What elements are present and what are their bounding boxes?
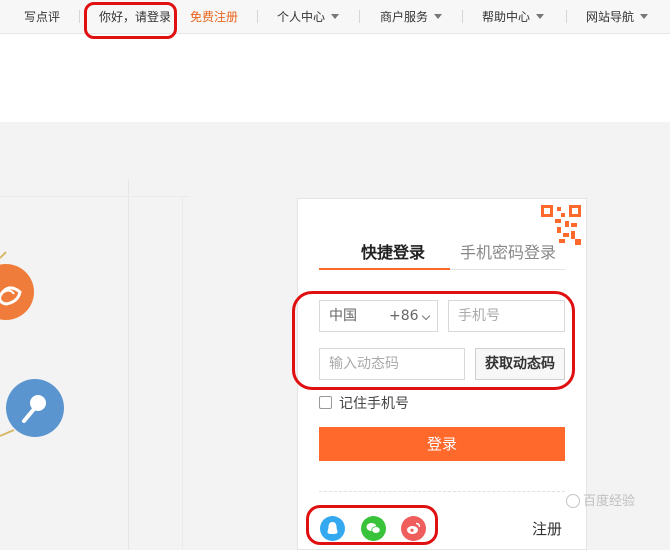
wechat-icon: [366, 523, 381, 534]
decorative-stroke: [0, 251, 7, 259]
nav-divider: [79, 10, 80, 23]
qq-login-button[interactable]: [320, 516, 345, 541]
food-illustration-icon: [0, 264, 34, 320]
chevron-down-icon: [421, 311, 431, 321]
personal-center-menu[interactable]: 个人中心: [277, 9, 340, 25]
qr-code-login-icon[interactable]: [541, 205, 581, 245]
free-register-link[interactable]: 免费注册: [190, 9, 238, 25]
caret-down-icon: [434, 14, 443, 19]
login-button[interactable]: 登录: [319, 427, 565, 461]
country-dial-code: +86: [389, 308, 419, 324]
nav-divider: [359, 10, 360, 23]
remember-phone-checkbox[interactable]: [319, 396, 332, 409]
divider: [319, 491, 565, 492]
caret-down-icon: [536, 14, 545, 19]
remember-phone-option[interactable]: 记住手机号: [319, 395, 409, 413]
country-name: 中国: [329, 308, 357, 324]
watermark-logo-icon: [566, 494, 580, 508]
wechat-login-button[interactable]: [361, 516, 386, 541]
site-nav-menu[interactable]: 网站导航: [586, 9, 649, 25]
weibo-icon: [407, 522, 421, 534]
personal-center-label: 个人中心: [277, 10, 326, 24]
qq-icon: [327, 522, 338, 534]
dynamic-code-placeholder: 输入动态码: [329, 356, 399, 372]
caret-down-icon: [331, 14, 340, 19]
top-nav-bar: 写点评 你好，请登录 免费注册 个人中心 商户服务 帮助中心 网站导航: [0, 0, 670, 34]
register-link[interactable]: 注册: [532, 519, 562, 539]
caret-down-icon: [640, 14, 649, 19]
country-code-select[interactable]: 中国 +86: [319, 300, 438, 332]
help-center-label: 帮助中心: [482, 10, 531, 24]
login-greeting-link[interactable]: 你好，请登录: [99, 9, 171, 25]
tab-quick-login[interactable]: 快捷登录: [361, 243, 425, 263]
get-dynamic-code-button[interactable]: 获取动态码: [475, 348, 565, 380]
decorative-line: [0, 196, 190, 197]
merchant-services-menu[interactable]: 商户服务: [380, 9, 443, 25]
merchant-services-label: 商户服务: [380, 10, 429, 24]
tab-password-login[interactable]: 手机密码登录: [460, 243, 556, 263]
decorative-stroke: [0, 429, 15, 437]
site-nav-label: 网站导航: [586, 10, 635, 24]
decorative-line: [182, 196, 183, 550]
weibo-login-button[interactable]: [401, 516, 426, 541]
header-band: [0, 34, 670, 122]
nav-divider: [566, 10, 567, 23]
watermark: 百度经验: [566, 494, 635, 510]
write-review-link[interactable]: 写点评: [24, 9, 60, 25]
active-tab-indicator: [319, 268, 450, 270]
help-center-menu[interactable]: 帮助中心: [482, 9, 545, 25]
dynamic-code-input[interactable]: 输入动态码: [319, 348, 465, 380]
nav-divider: [257, 10, 258, 23]
nav-divider: [462, 10, 463, 23]
decorative-line: [128, 180, 129, 550]
phone-placeholder: 手机号: [458, 308, 500, 324]
phone-input[interactable]: 手机号: [448, 300, 565, 332]
watermark-text: 百度经验: [583, 494, 636, 509]
remember-phone-label: 记住手机号: [339, 396, 409, 412]
